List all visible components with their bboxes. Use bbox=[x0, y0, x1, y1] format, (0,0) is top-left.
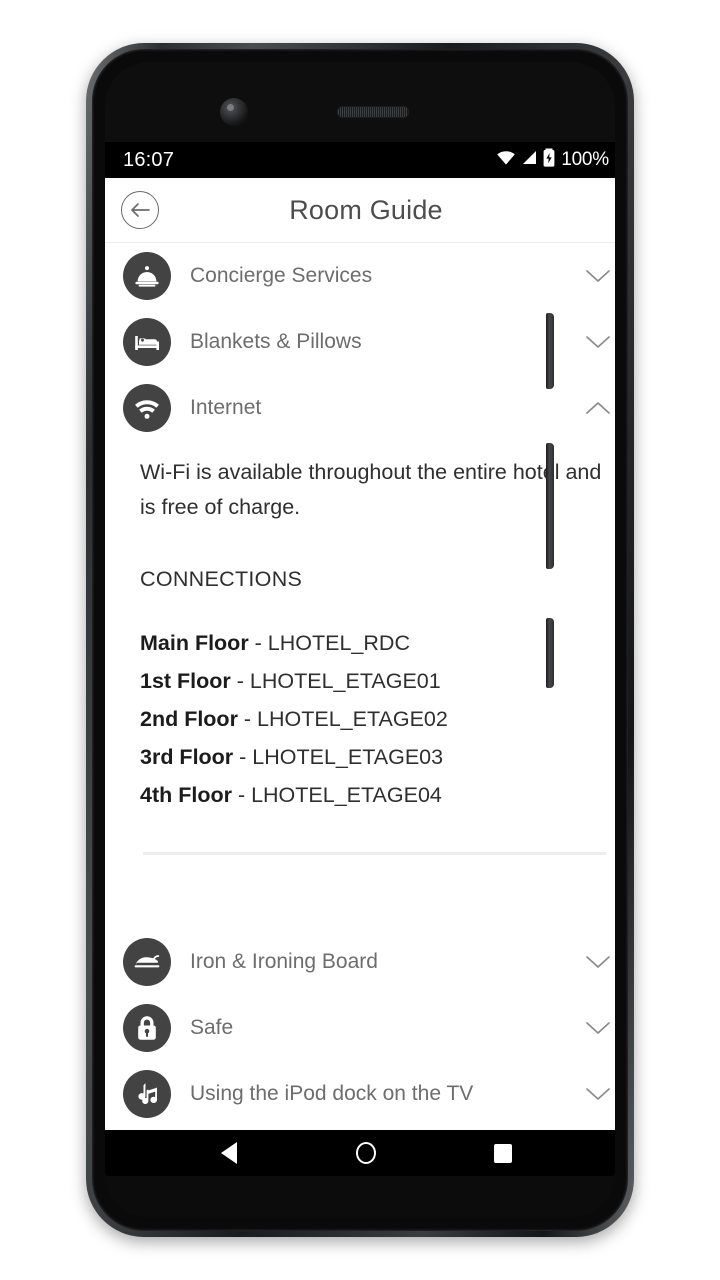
floor-label: 3rd Floor bbox=[140, 744, 234, 769]
earpiece-speaker-grille bbox=[337, 106, 409, 118]
accordion-label: Blankets & Pillows bbox=[190, 330, 362, 353]
status-bar-clock: 16:07 bbox=[123, 148, 175, 171]
secondary-side-button[interactable] bbox=[546, 618, 554, 688]
battery-percent-label: 100% bbox=[561, 149, 609, 170]
separator: - bbox=[230, 668, 250, 693]
accordion-item-iron-ironing-board[interactable]: Iron & Ironing Board bbox=[105, 928, 615, 995]
accordion-label: Using the iPod dock on the TV bbox=[190, 1081, 474, 1105]
panel-bottom-spacer bbox=[140, 855, 609, 929]
internet-description: Wi-Fi is available throughout the entire… bbox=[140, 460, 602, 519]
separator: - bbox=[248, 630, 268, 655]
iron-icon bbox=[123, 937, 171, 986]
page-title: Room Guide bbox=[289, 194, 443, 225]
power-button[interactable] bbox=[546, 313, 554, 389]
accordion-item-safe[interactable]: Safe bbox=[105, 994, 615, 1061]
ssid-value: LHOTEL_RDC bbox=[267, 630, 410, 655]
app-header-bar: Room Guide bbox=[105, 178, 615, 243]
back-arrow-circle-icon[interactable] bbox=[121, 191, 159, 229]
separator: - bbox=[233, 744, 253, 769]
floor-label: Main Floor bbox=[140, 630, 249, 655]
chevron-down-icon[interactable] bbox=[583, 1020, 613, 1036]
android-navigation-bar bbox=[105, 1130, 615, 1176]
wifi-connection-row: 3rd Floor - LHOTEL_ETAGE03 bbox=[140, 738, 609, 776]
ssid-value: LHOTEL_ETAGE02 bbox=[257, 706, 448, 731]
wifi-icon bbox=[496, 150, 516, 171]
phone-top-hardware-area bbox=[105, 62, 615, 142]
accordion-label: Iron & Ironing Board bbox=[190, 949, 378, 973]
music-notes-icon bbox=[123, 1069, 171, 1118]
chevron-up-icon[interactable] bbox=[583, 400, 613, 416]
floor-label: 4th Floor bbox=[140, 782, 232, 807]
accordion-item-ipod-dock-tv[interactable]: Using the iPod dock on the TV bbox=[105, 1060, 615, 1127]
wifi-connection-row: 4th Floor - LHOTEL_ETAGE04 bbox=[140, 776, 609, 814]
accordion-item-internet[interactable]: Internet bbox=[105, 375, 615, 441]
front-camera-icon bbox=[220, 98, 248, 126]
ssid-value: LHOTEL_ETAGE03 bbox=[252, 744, 444, 769]
chevron-down-icon[interactable] bbox=[583, 268, 613, 284]
padlock-icon bbox=[123, 1003, 171, 1052]
connections-heading: CONNECTIONS bbox=[140, 566, 303, 591]
accordion-label: Internet bbox=[190, 396, 262, 419]
room-guide-accordion-list[interactable]: Concierge Services Blankets & Pillows In… bbox=[105, 243, 615, 1130]
battery-charging-icon bbox=[543, 148, 555, 172]
accordion-item-blankets-pillows[interactable]: Blankets & Pillows bbox=[105, 309, 615, 375]
phone-device-frame: 16:07 100% Room Guide Concierge Services… bbox=[86, 43, 634, 1237]
separator: - bbox=[237, 706, 258, 731]
android-status-bar: 16:07 100% bbox=[105, 142, 615, 178]
nav-recents-icon[interactable] bbox=[483, 1133, 523, 1173]
wifi-connection-row: 1st Floor - LHOTEL_ETAGE01 bbox=[140, 662, 609, 700]
wifi-connection-row: 2nd Floor - LHOTEL_ETAGE02 bbox=[140, 700, 609, 738]
accordion-label: Concierge Services bbox=[190, 264, 373, 287]
nav-back-icon[interactable] bbox=[209, 1133, 249, 1173]
chevron-down-icon[interactable] bbox=[583, 954, 613, 970]
status-bar-indicators: 100% bbox=[496, 148, 609, 172]
service-bell-icon bbox=[123, 252, 171, 300]
floor-label: 2nd Floor bbox=[140, 706, 238, 731]
phone-screen-bezel: 16:07 100% Room Guide Concierge Services… bbox=[105, 62, 615, 1218]
ssid-value: LHOTEL_ETAGE04 bbox=[251, 782, 442, 807]
chevron-down-icon[interactable] bbox=[583, 1086, 613, 1102]
wifi-connections-list: Main Floor - LHOTEL_RDC 1st Floor - LHOT… bbox=[140, 624, 609, 814]
phone-screen: 16:07 100% Room Guide Concierge Services… bbox=[105, 142, 615, 1176]
nav-home-icon[interactable] bbox=[346, 1133, 386, 1173]
accordion-label: Safe bbox=[190, 1015, 234, 1039]
chevron-down-icon[interactable] bbox=[583, 334, 613, 350]
floor-label: 1st Floor bbox=[140, 668, 231, 693]
internet-expanded-panel: Wi-Fi is available throughout the entire… bbox=[105, 441, 615, 929]
separator: - bbox=[231, 782, 252, 807]
accordion-item-concierge-services[interactable]: Concierge Services bbox=[105, 243, 615, 309]
wifi-icon bbox=[123, 384, 171, 432]
bed-icon bbox=[123, 318, 171, 366]
volume-button[interactable] bbox=[546, 443, 554, 569]
cellular-signal-icon bbox=[521, 150, 538, 171]
ssid-value: LHOTEL_ETAGE01 bbox=[249, 668, 441, 693]
wifi-connection-row: Main Floor - LHOTEL_RDC bbox=[140, 624, 609, 662]
